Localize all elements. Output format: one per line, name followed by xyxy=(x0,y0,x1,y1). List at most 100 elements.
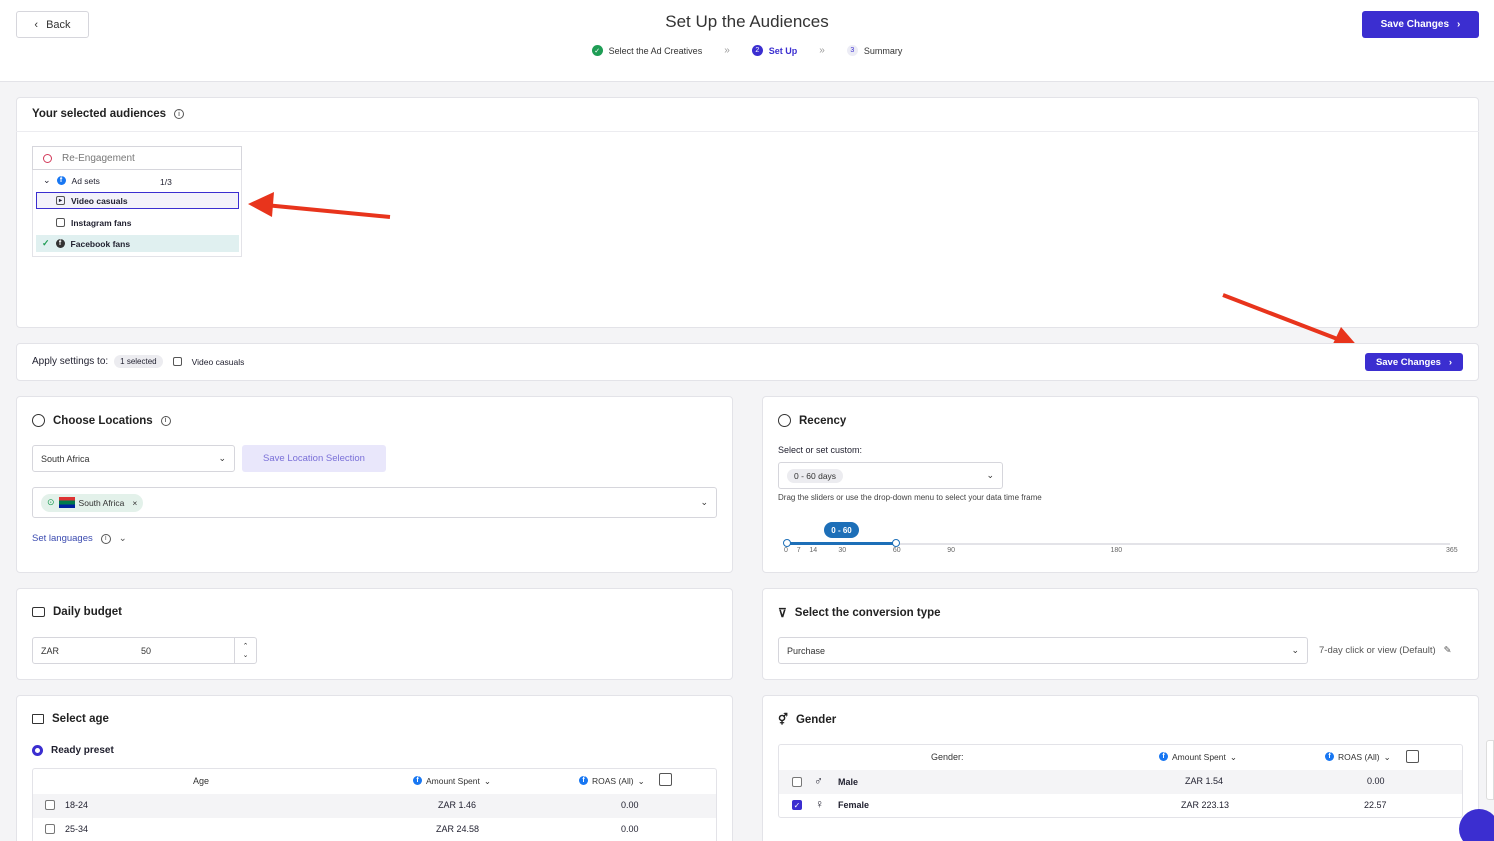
gender-icon: ⚥ xyxy=(778,714,788,726)
row-checkbox[interactable] xyxy=(45,800,55,810)
step-label: Summary xyxy=(863,45,903,56)
locations-title: Choose Locations i xyxy=(32,414,171,427)
row-roas: 0.00 xyxy=(1367,776,1385,786)
audience-tree: Re-Engagement ⌄ f Ad sets 1/3 ▸ Video ca… xyxy=(32,146,242,257)
budget-input[interactable]: ZAR 50 ⌃ ⌄ xyxy=(32,637,257,664)
info-icon: i xyxy=(174,109,185,119)
facebook-icon: f xyxy=(1159,752,1168,761)
apply-label: Apply settings to: xyxy=(32,356,109,367)
recency-select[interactable]: 0 - 60 days ⌄ xyxy=(778,462,1003,489)
check-circle-icon: ⊙ xyxy=(47,497,55,507)
col-roas[interactable]: f ROAS (All) ⌄ xyxy=(579,776,645,787)
languages-label: Set languages xyxy=(32,533,93,544)
preset-label: Ready preset xyxy=(51,745,114,756)
side-toolbar[interactable] xyxy=(1486,740,1494,800)
chevron-down-icon: ⌄ xyxy=(637,776,645,786)
adset-instagram-fans[interactable]: Instagram fans xyxy=(36,214,239,231)
col-age: Age xyxy=(193,776,210,786)
step-select-creatives[interactable]: ✓ Select the Ad Creatives xyxy=(591,45,702,56)
chevron-down-icon: ⌄ xyxy=(118,533,127,544)
stepper-arrows-icon[interactable]: ⌃ ⌄ xyxy=(234,638,256,663)
calendar-icon[interactable] xyxy=(1406,750,1419,763)
row-checkbox[interactable] xyxy=(792,777,802,787)
row-roas: 0.00 xyxy=(621,800,639,810)
page-title: Set Up the Audiences xyxy=(665,12,829,31)
conversion-select[interactable]: Purchase ⌄ xyxy=(778,637,1308,664)
divider xyxy=(16,131,1479,132)
chevron-down-icon: ⌄ xyxy=(986,470,994,480)
chevron-down-icon: ⌄ xyxy=(1229,752,1237,762)
slider-tick-label: 60 xyxy=(892,547,901,554)
money-icon xyxy=(32,607,45,617)
locations-multiselect[interactable]: ⊙ South Africa × ⌄ xyxy=(32,487,717,518)
gender-title-text: Gender xyxy=(795,713,837,726)
tree-root[interactable]: Re-Engagement xyxy=(32,146,242,170)
facebook-icon: f xyxy=(413,776,422,785)
adset-video-casuals[interactable]: ▸ Video casuals xyxy=(36,192,239,209)
slider-handle-min[interactable] xyxy=(783,539,791,547)
attribution-window[interactable]: 7-day click or view (Default) ✎ xyxy=(1319,645,1452,656)
instagram-icon xyxy=(56,218,65,227)
table-row[interactable]: ✓ ♀ Female ZAR 223.13 22.57 xyxy=(779,794,1462,817)
step-separator-icon: » xyxy=(724,45,730,56)
audiences-title: Your selected audiences i xyxy=(32,108,185,120)
female-icon: ♀ xyxy=(815,797,824,811)
apply-save-changes-button[interactable]: Save Changes › xyxy=(1365,353,1463,371)
chevron-right-icon: › xyxy=(1448,356,1453,368)
adset-facebook-fans[interactable]: ✓ f Facebook fans xyxy=(36,235,239,252)
selected-badge[interactable]: 1 selected xyxy=(114,355,163,368)
apply-target: Video casuals xyxy=(191,356,245,367)
table-row[interactable]: 25-34 ZAR 24.58 0.00 xyxy=(33,818,716,841)
range-tooltip: 0 - 60 xyxy=(824,522,859,538)
chat-launcher-icon[interactable] xyxy=(1459,809,1494,841)
close-icon[interactable]: × xyxy=(132,498,137,508)
row-label: Male xyxy=(838,777,859,787)
save-location-button[interactable]: Save Location Selection xyxy=(242,445,386,472)
save-label: Save Changes xyxy=(1375,356,1441,368)
row-checkbox-checked[interactable]: ✓ xyxy=(792,800,802,810)
step-set-up[interactable]: 2 Set Up xyxy=(751,45,798,56)
budget-card xyxy=(16,588,733,680)
tree-body: ⌄ f Ad sets 1/3 ▸ Video casuals Instagra… xyxy=(32,170,242,257)
row-checkbox[interactable] xyxy=(45,824,55,834)
step-summary[interactable]: 3 Summary xyxy=(846,45,903,56)
step-number: 2 xyxy=(751,45,763,56)
facebook-icon: f xyxy=(1325,752,1334,761)
video-icon: ▸ xyxy=(56,196,65,205)
calendar-icon[interactable] xyxy=(659,773,672,786)
row-roas: 0.00 xyxy=(621,824,639,834)
facebook-icon: f xyxy=(56,176,66,185)
conversion-title-text: Select the conversion type xyxy=(794,607,941,619)
age-title: Select age xyxy=(32,713,109,725)
annotation-arrow-left xyxy=(248,192,391,219)
chevron-down-icon: ⌄ xyxy=(218,453,226,463)
table-row[interactable]: 18-24 ZAR 1.46 0.00 xyxy=(33,794,716,818)
step-label: Set Up xyxy=(768,45,798,56)
table-row[interactable]: ♂ Male ZAR 1.54 0.00 xyxy=(779,770,1462,794)
chevron-down-icon: ⌄ xyxy=(483,776,491,786)
country-select[interactable]: South Africa ⌄ xyxy=(32,445,235,472)
conversion-value: Purchase xyxy=(787,645,826,656)
chevron-down-icon: ⌄ xyxy=(1383,752,1391,762)
globe-icon xyxy=(32,414,45,427)
row-spent: ZAR 1.46 xyxy=(438,800,477,810)
slider-handle-max[interactable] xyxy=(891,539,900,547)
chevron-right-icon: › xyxy=(1457,19,1461,30)
slider-tick-label: 0 xyxy=(784,547,788,554)
col-amount-spent[interactable]: f Amount Spent ⌄ xyxy=(1159,752,1237,763)
col-amount-spent[interactable]: f Amount Spent ⌄ xyxy=(413,776,491,787)
adsets-group[interactable]: ⌄ f Ad sets xyxy=(43,175,100,186)
save-changes-button[interactable]: Save Changes › xyxy=(1362,11,1479,38)
chevron-down-icon: ⌄ xyxy=(700,497,708,507)
radio-selected-icon xyxy=(32,745,43,756)
col-label: Amount Spent xyxy=(1172,752,1226,762)
info-icon: i xyxy=(160,415,171,426)
row-spent: ZAR 1.54 xyxy=(1185,776,1224,786)
col-roas[interactable]: f ROAS (All) ⌄ xyxy=(1325,752,1391,763)
check-icon: ✓ xyxy=(42,238,50,248)
col-label: Amount Spent xyxy=(426,776,480,786)
set-languages-link[interactable]: Set languages i ⌄ xyxy=(32,533,127,544)
ready-preset-radio[interactable]: Ready preset xyxy=(32,745,114,756)
circle-icon xyxy=(43,153,52,163)
recency-hint: Drag the sliders or use the drop-down me… xyxy=(778,493,1042,502)
